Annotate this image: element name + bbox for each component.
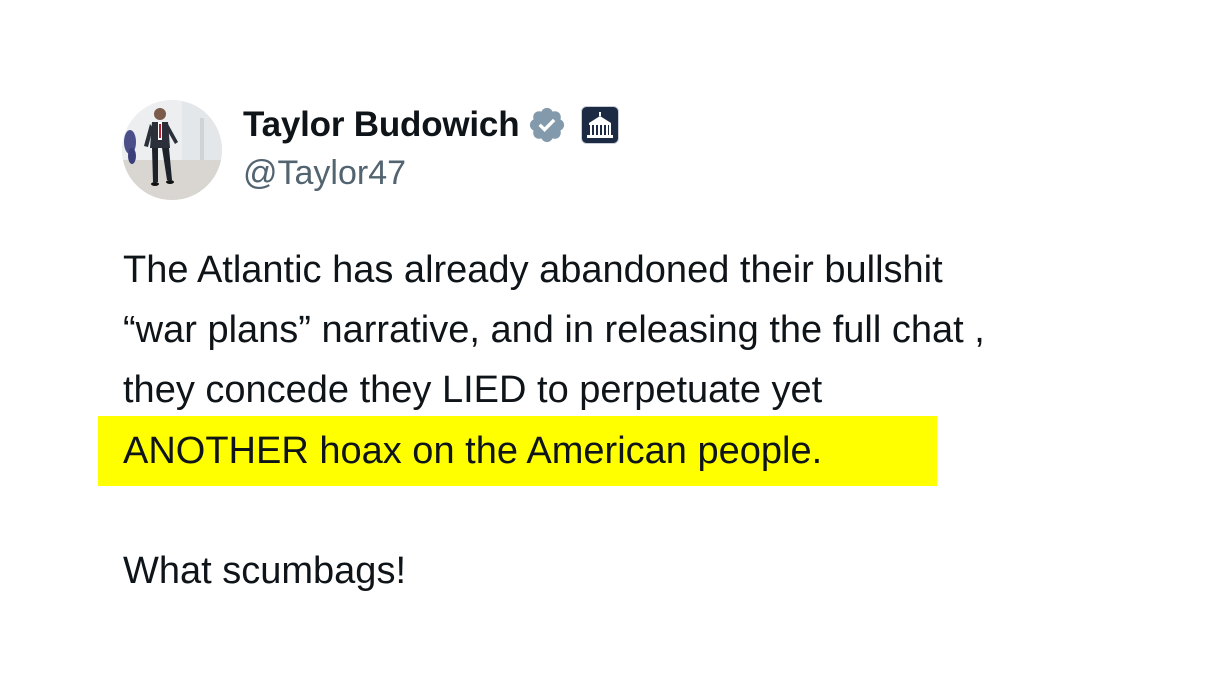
tweet-body-line: The Atlantic has already abandoned their… [123,249,943,291]
tweet-closing-line: What scumbags! [123,550,406,592]
author-handle[interactable]: @Taylor47 [243,154,406,193]
highlighted-text: ANOTHER hoax on the American people. [123,430,823,472]
white-house-affiliate-icon[interactable] [581,106,620,144]
avatar-photo [122,100,222,200]
tweet-body-line: they concede they LIED to perpetuate yet [123,369,823,411]
author-name-row: Taylor Budowich [243,103,620,147]
tweet-card: Taylor Budowich @Taylor47 The Atlantic h… [0,0,1229,696]
avatar[interactable] [122,100,222,200]
tweet-body: The Atlantic has already abandoned their… [123,240,1183,420]
verified-badge-icon[interactable] [527,105,567,145]
tweet-body-line: “war plans” narrative, and in releasing … [123,309,985,351]
author-display-name[interactable]: Taylor Budowich [243,105,520,145]
